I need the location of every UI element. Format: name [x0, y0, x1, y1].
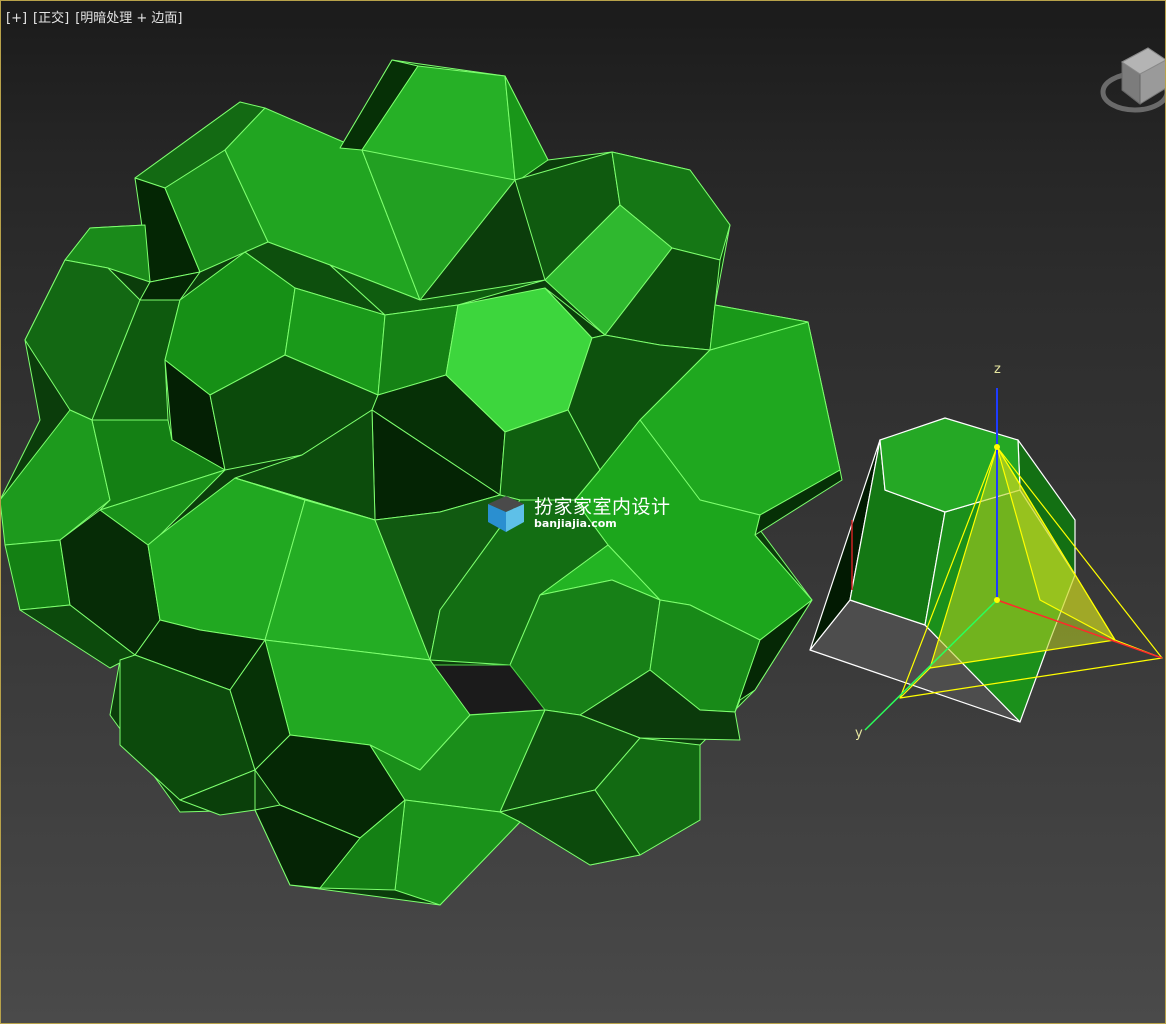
scene-canvas[interactable]: [0, 0, 1166, 1024]
viewport-shading-mode[interactable]: [明暗处理 + 边面]: [75, 11, 182, 26]
mesh-face: [394, 799, 521, 906]
gizmo-label-z: z: [994, 362, 1001, 377]
selection-apex: [994, 444, 1000, 450]
gizmo-pivot[interactable]: [994, 597, 1000, 603]
viewcube[interactable]: [1100, 47, 1166, 113]
voronoi-sphere-mesh[interactable]: [0, 59, 843, 906]
viewport-orthographic[interactable]: [+] [正交] [明暗处理 + 边面] z y 扮家家室内设计 banjiajia…: [0, 0, 1166, 1024]
gizmo-label-y: y: [855, 726, 863, 741]
cylinder-object[interactable]: [809, 388, 1163, 731]
viewport-menu-plus[interactable]: [+]: [6, 11, 27, 26]
mesh-face: [4, 539, 71, 611]
viewport-view-type[interactable]: [正交]: [33, 11, 69, 26]
viewport-label: [+] [正交] [明暗处理 + 边面]: [6, 7, 189, 26]
